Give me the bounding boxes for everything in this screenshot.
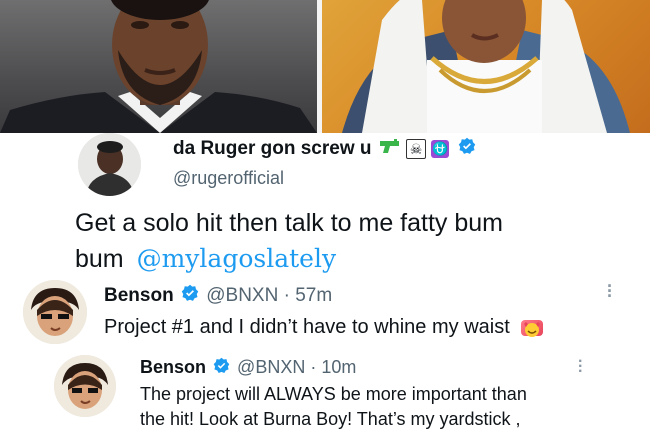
reply2-display-name[interactable]: Benson [140,357,206,377]
reply2-author-row: Benson @BNXN · 10m [140,357,356,379]
benson-avatar-2[interactable] [54,355,116,417]
reply1-display-name[interactable]: Benson [104,285,174,306]
main-tweet-author-row: da Ruger gon screw u ☠ ⛎ [173,137,476,161]
header-photo-collage [0,0,650,133]
main-tweet-text-line2: bum @mylagoslately [75,244,336,274]
verified-badge-icon [458,137,476,161]
verified-badge-icon [181,284,199,308]
reply2-text-line1: The project will ALWAYS be more importan… [140,384,527,404]
reply2-text-line2: the hit! Look at Burna Boy! That’s my ya… [140,409,521,429]
skull-crossbones-icon: ☠ [406,139,427,159]
smiling-face-with-hearts-icon [521,319,544,337]
mention-link[interactable]: @mylagoslately [137,244,336,273]
reply1-text-row: Project #1 and I didn’t have to whine my… [104,316,544,339]
main-tweet-handle[interactable]: @rugerofficial [173,168,284,189]
reply1-text: Project #1 and I didn’t have to whine my… [104,316,510,338]
reply1-time[interactable]: · 57m [284,285,333,306]
reply2-time[interactable]: · 10m [310,357,356,377]
reply2-more-options-icon[interactable]: · · · [578,354,583,380]
pistol-icon [379,138,401,160]
main-tweet-display-name[interactable]: da Ruger gon screw u [173,138,371,159]
main-tweet-text-end: bum [75,245,124,273]
reply2-handle[interactable]: @BNXN [237,357,305,377]
verified-badge-icon [213,357,230,379]
photo-man-in-suit [0,0,317,133]
benson-avatar[interactable] [23,280,87,344]
photo-man-in-white-hood [322,0,650,133]
main-tweet-text-line1: Get a solo hit then talk to me fatty bum [75,209,503,237]
ruger-avatar[interactable] [78,133,141,196]
reply1-author-row: Benson @BNXN · 57m [104,284,332,308]
reply1-handle[interactable]: @BNXN [206,285,278,306]
reply1-more-options-icon[interactable]: · · · [607,277,613,305]
ophiuchus-icon: ⛎ [431,140,450,158]
